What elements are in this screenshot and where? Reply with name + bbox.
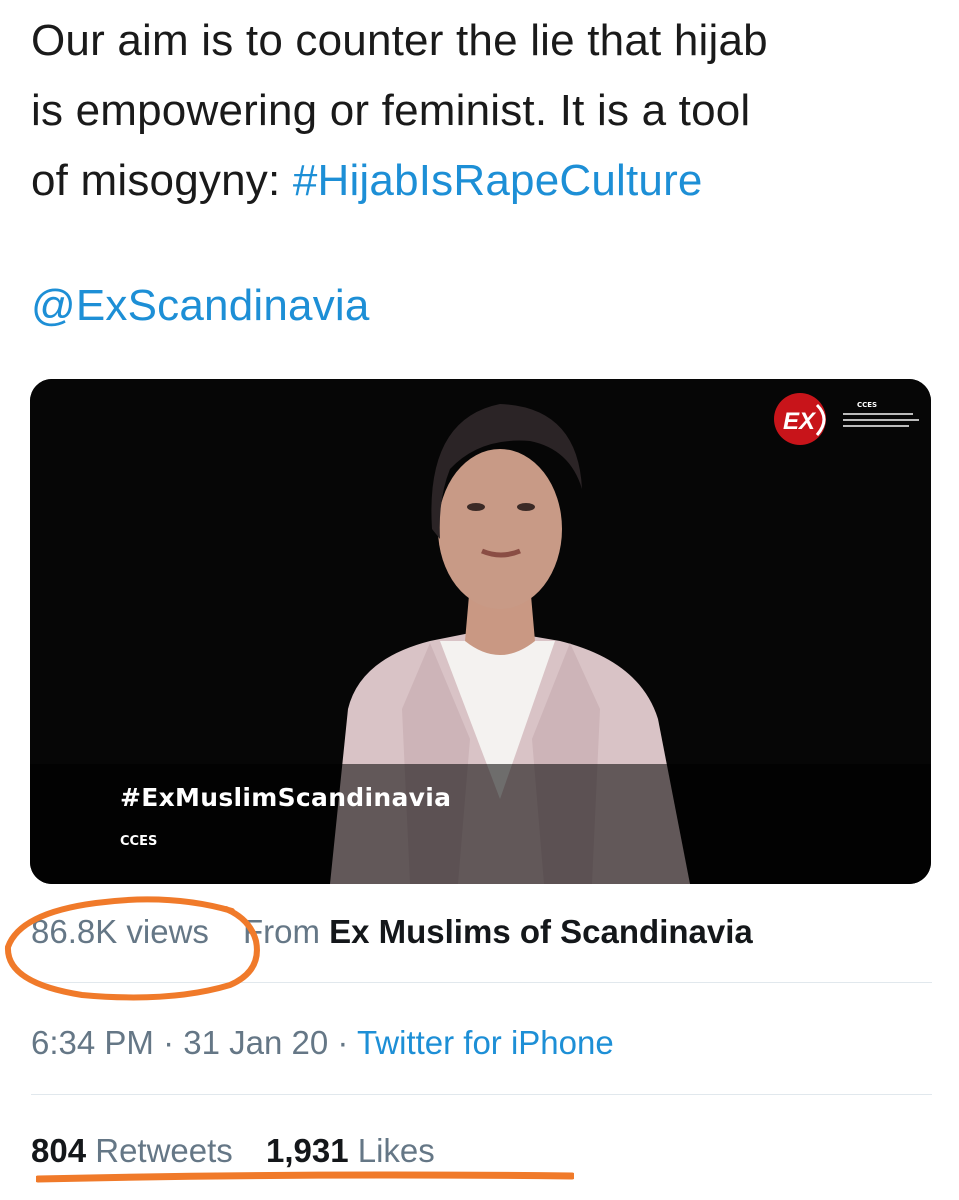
likes-label: Likes <box>357 1132 435 1169</box>
tweet-time[interactable]: 6:34 PM <box>31 1024 154 1061</box>
source-account-link[interactable]: Ex Muslims of Scandinavia <box>329 913 753 950</box>
timestamp-row: 6:34 PM · 31 Jan 20 · Twitter for iPhone <box>31 1019 614 1067</box>
retweets-count: 804 <box>31 1132 87 1169</box>
divider <box>31 982 932 983</box>
channel-logo: EX CCES <box>773 393 923 445</box>
retweets-stat[interactable]: 804 Retweets <box>31 1132 233 1169</box>
divider <box>31 1094 932 1095</box>
tweet-text-line: is empowering or feminist. It is a tool <box>31 86 751 135</box>
view-count: 86.8K views <box>31 913 209 950</box>
video-player[interactable]: EX CCES #ExMuslimScandinavia CCES <box>30 379 931 884</box>
video-caption-subtitle: CCES <box>120 834 158 849</box>
logo-text: CCES <box>857 401 877 409</box>
from-label: From <box>242 913 320 950</box>
tweet-text-line: of misogyny: #HijabIsRapeCulture <box>31 146 941 216</box>
retweets-label: Retweets <box>95 1132 233 1169</box>
video-lower-third <box>30 764 931 884</box>
likes-stat[interactable]: 1,931 Likes <box>266 1132 435 1169</box>
tweet-text-fragment: of misogyny: <box>31 156 293 205</box>
engagement-stats: 804 Retweets 1,931 Likes <box>31 1127 435 1175</box>
hashtag-link[interactable]: #HijabIsRapeCulture <box>293 156 703 205</box>
tweet-text: Our aim is to counter the lie that hijab… <box>31 6 941 216</box>
likes-count: 1,931 <box>265 1132 349 1169</box>
client-link[interactable]: Twitter for iPhone <box>357 1024 614 1061</box>
separator: · <box>153 1024 184 1061</box>
logo-mark-text: EX <box>783 408 817 435</box>
video-caption-title: #ExMuslimScandinavia <box>120 783 452 812</box>
separator: · <box>328 1024 357 1061</box>
tweet-text-line: Our aim is to counter the lie that hijab <box>31 16 768 65</box>
tweet-date[interactable]: 31 Jan 20 <box>183 1024 328 1061</box>
video-meta-row: 86.8K views From Ex Muslims of Scandinavi… <box>31 908 753 956</box>
mention-link[interactable]: @ExScandinavia <box>31 271 370 341</box>
